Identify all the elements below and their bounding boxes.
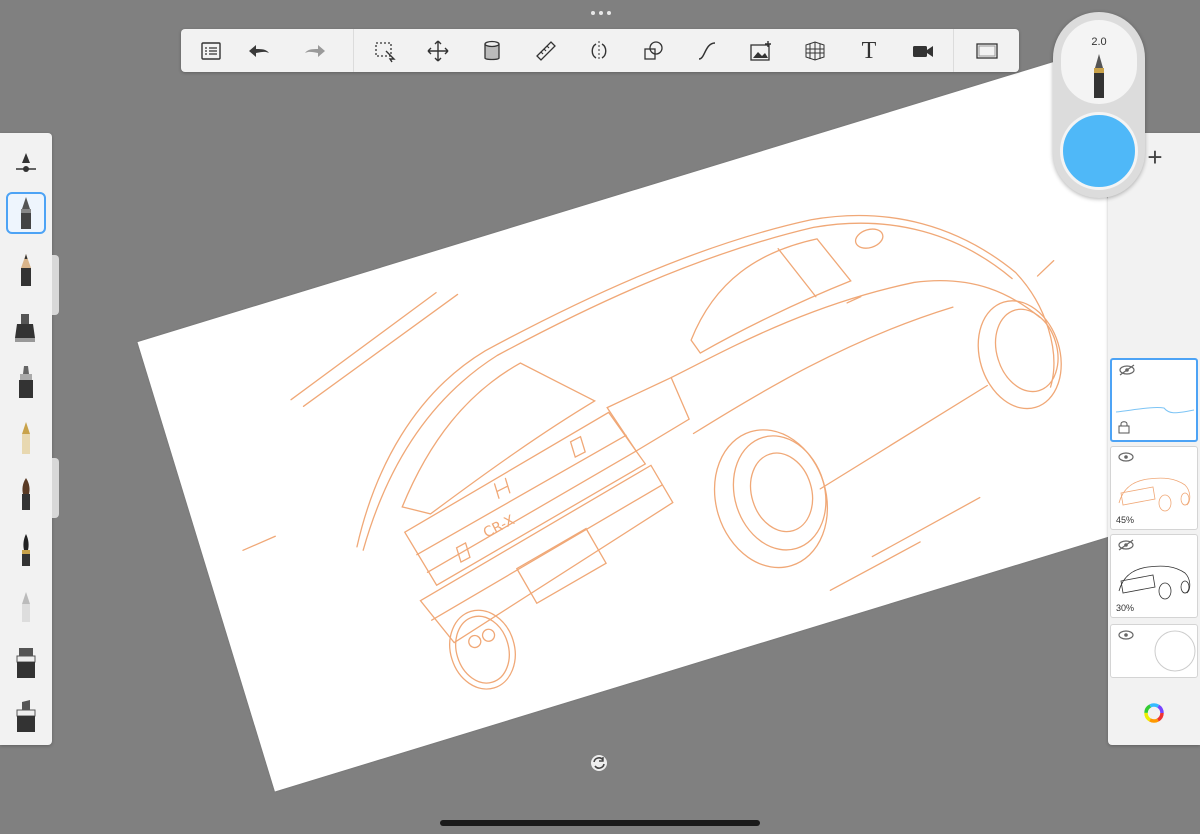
paintbrush-icon[interactable] xyxy=(6,473,46,515)
eye-icon[interactable] xyxy=(1117,629,1135,641)
redo-icon[interactable] xyxy=(301,37,329,65)
color-puck[interactable] xyxy=(1060,112,1138,190)
pencil-icon[interactable] xyxy=(6,249,46,291)
add-image-icon[interactable] xyxy=(747,37,775,65)
brush-size-value: 2.0 xyxy=(1091,36,1107,48)
layer-opacity: 45% xyxy=(1116,515,1135,525)
chisel-marker-icon[interactable] xyxy=(6,695,46,737)
layer-1[interactable] xyxy=(1110,358,1198,442)
marker-icon[interactable] xyxy=(6,361,46,403)
list-icon[interactable] xyxy=(197,37,225,65)
pen-tip-icon xyxy=(1094,54,1104,98)
brush-size-puck[interactable]: 2.0 xyxy=(1061,20,1137,104)
ballpoint-pen-icon[interactable] xyxy=(6,192,46,234)
home-indicator[interactable] xyxy=(440,820,760,826)
background-layer[interactable] xyxy=(1110,624,1198,678)
brush-size-slider-handle[interactable] xyxy=(52,255,59,315)
hidden-eye-icon[interactable] xyxy=(1117,539,1135,551)
brush-properties-icon[interactable] xyxy=(6,141,46,183)
eraser-icon[interactable] xyxy=(6,585,46,627)
hidden-eye-icon[interactable] xyxy=(1118,364,1136,376)
drag-handle-icon[interactable] xyxy=(590,10,612,16)
layer-thumbnail xyxy=(1115,407,1195,414)
layer-thumbnail xyxy=(1118,477,1191,512)
selection-icon[interactable] xyxy=(371,37,399,65)
ruler-icon[interactable] xyxy=(532,37,560,65)
car-sketch: CR-X xyxy=(242,214,1062,690)
curve-icon[interactable] xyxy=(693,37,721,65)
shapes-icon[interactable] xyxy=(639,37,667,65)
speed-line xyxy=(242,535,276,551)
badge-text: CR-X xyxy=(481,512,518,541)
layer-opacity: 30% xyxy=(1116,603,1135,613)
eye-icon[interactable] xyxy=(1117,451,1135,463)
perspective-icon[interactable] xyxy=(801,37,829,65)
record-icon[interactable] xyxy=(909,37,937,65)
speed-line xyxy=(290,291,459,407)
fullscreen-icon[interactable] xyxy=(973,37,1001,65)
color-wheel-icon[interactable] xyxy=(1143,702,1165,724)
symmetry-icon[interactable] xyxy=(585,37,613,65)
brush-puck[interactable]: 2.0 xyxy=(1053,12,1145,198)
layer-thumbnail xyxy=(1118,565,1191,600)
sync-icon[interactable] xyxy=(590,754,608,772)
flat-marker-icon[interactable] xyxy=(6,641,46,683)
ink-brush-icon[interactable] xyxy=(6,529,46,571)
airbrush-icon[interactable] xyxy=(6,305,46,347)
fountain-pen-icon[interactable] xyxy=(6,417,46,459)
brush-opacity-slider-handle[interactable] xyxy=(52,458,59,518)
brush-palette xyxy=(0,133,52,745)
text-icon[interactable]: T xyxy=(855,37,883,65)
lock-icon[interactable] xyxy=(1118,420,1130,434)
add-layer-button[interactable]: + xyxy=(1143,144,1167,170)
layer-2[interactable]: 45% xyxy=(1110,446,1198,530)
fill-icon[interactable] xyxy=(478,37,506,65)
background-color-swatch[interactable] xyxy=(1153,629,1197,673)
layer-3[interactable]: 30% xyxy=(1110,534,1198,618)
undo-icon[interactable] xyxy=(245,37,273,65)
drawing-canvas[interactable]: CR-X xyxy=(137,58,1200,792)
transform-icon[interactable] xyxy=(424,37,452,65)
main-toolbar: T xyxy=(181,29,1019,72)
